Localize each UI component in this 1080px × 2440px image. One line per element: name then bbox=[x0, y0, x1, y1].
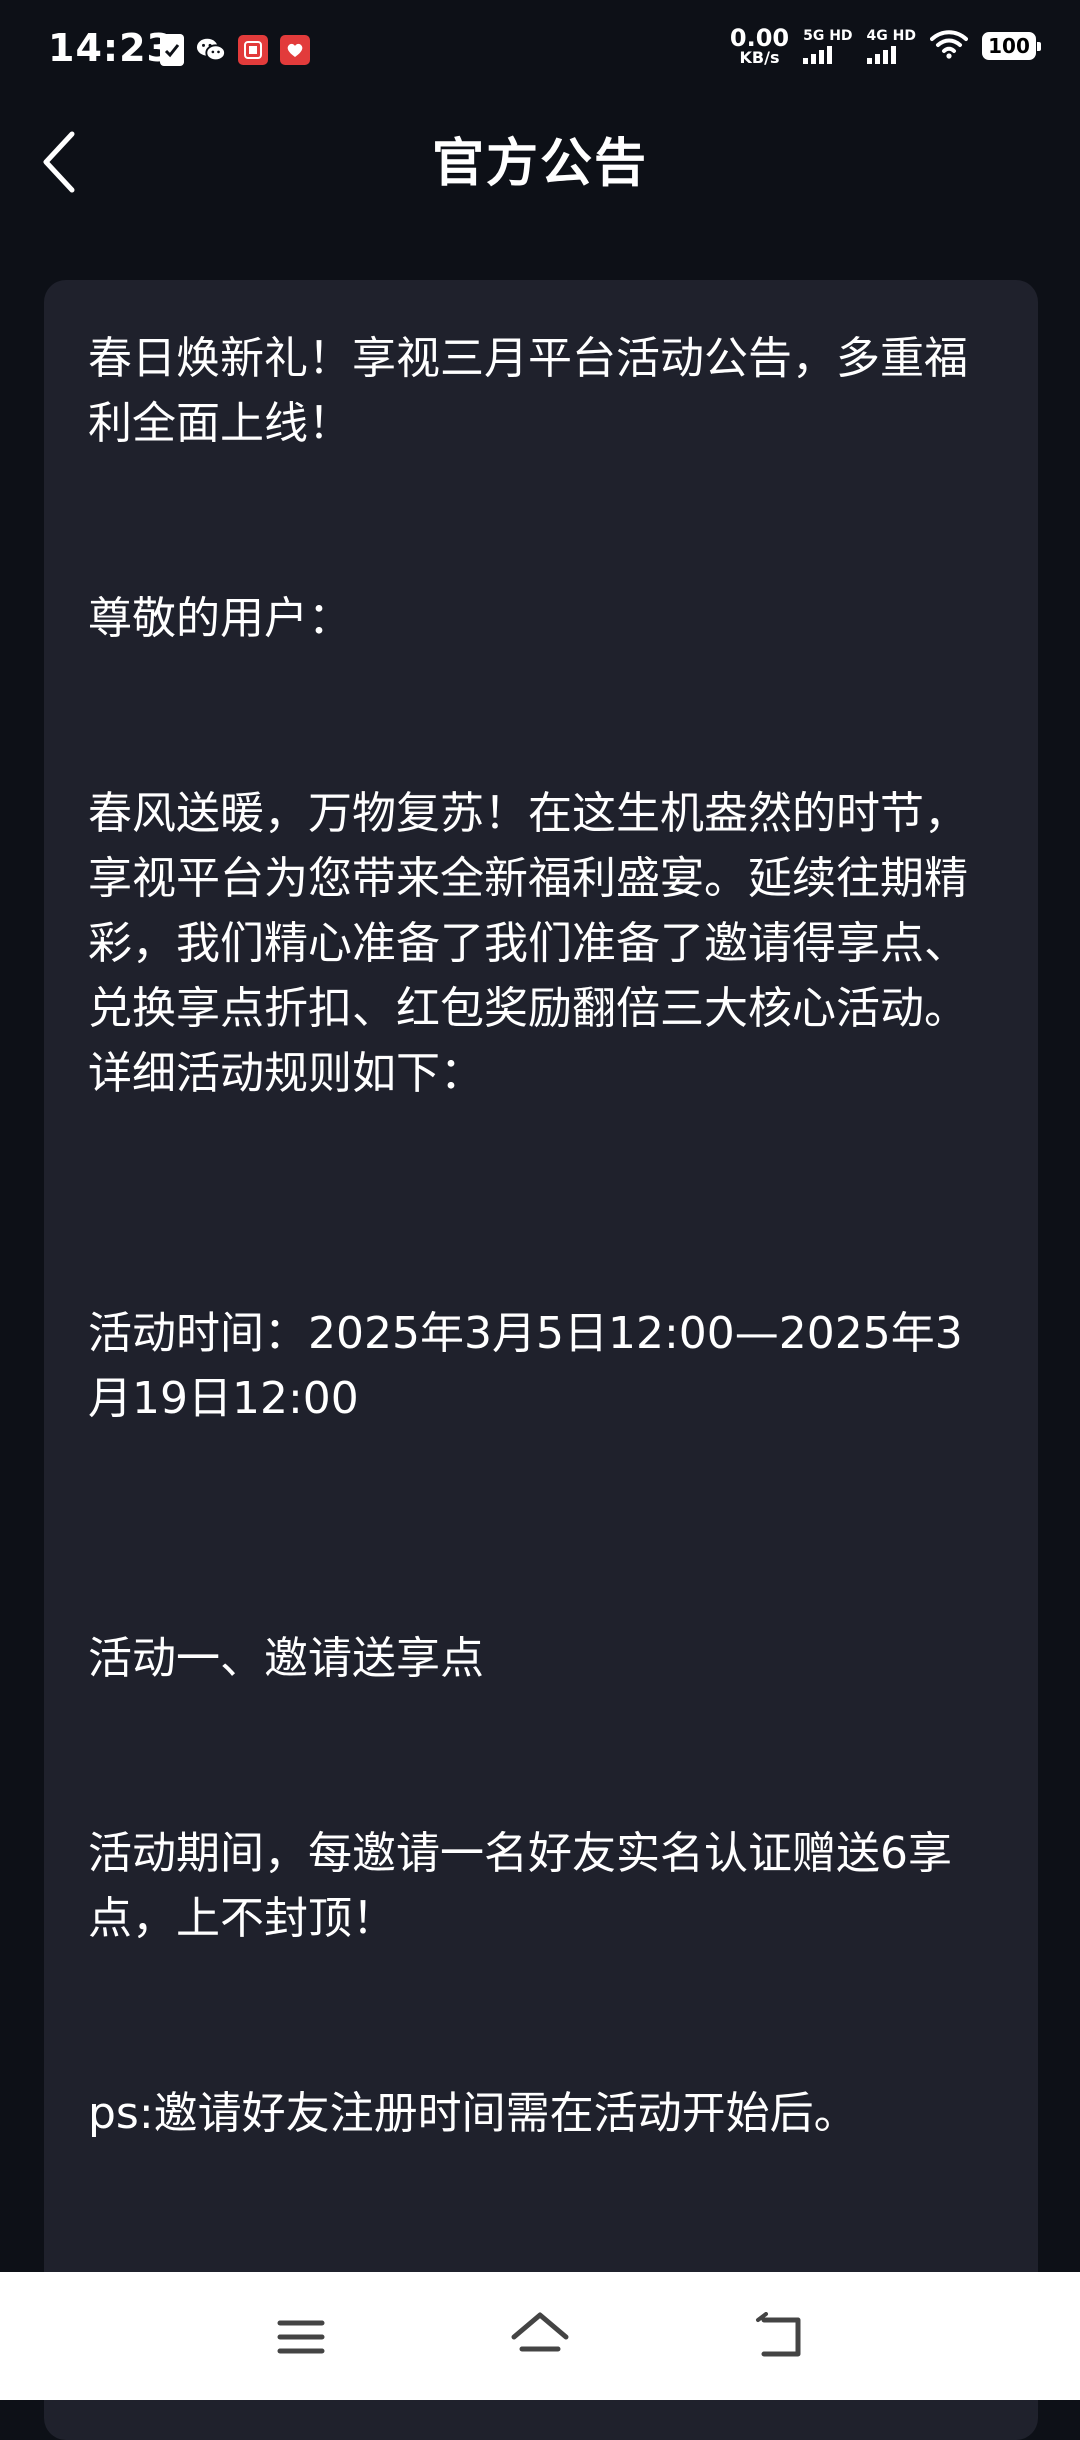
announcement-title: 春日焕新礼！享视三月平台活动公告，多重福利全面上线！ bbox=[88, 333, 968, 449]
home-button[interactable] bbox=[505, 2302, 575, 2372]
status-right-group: 0.00 KB/s 5G HD 4G HD 100 bbox=[730, 26, 1041, 66]
back-icon bbox=[756, 2312, 801, 2357]
signal-sim2-label: 4G HD bbox=[866, 27, 916, 44]
activity-time: 活动时间：2025年3月5日12:00—2025年3月19日12:00 bbox=[88, 1308, 963, 1424]
page-title: 官方公告 bbox=[431, 134, 648, 194]
signal-sim2: 4G HD bbox=[866, 27, 916, 64]
net-speed-value: 0.00 bbox=[729, 24, 790, 52]
wechat-icon bbox=[196, 35, 226, 65]
home-icon bbox=[511, 2312, 569, 2352]
notification-icons bbox=[160, 34, 310, 66]
system-back-button[interactable] bbox=[745, 2302, 815, 2372]
app-notification-icon bbox=[238, 35, 268, 65]
signal-sim1: 5G HD bbox=[803, 27, 853, 64]
app-notification-icon-2 bbox=[280, 35, 310, 65]
battery-indicator: 100 bbox=[982, 32, 1041, 60]
menu-icon bbox=[277, 2320, 325, 2354]
activity1-note: ps:邀请好友注册时间需在活动开始后。 bbox=[88, 2088, 858, 2139]
status-bar: 14:23 0.00 KB/s 5G HD 4G HD 100 bbox=[0, 0, 1080, 104]
announcement-card: 春日焕新礼！享视三月平台活动公告，多重福利全面上线！ 尊敬的用户： 春风送暖，万… bbox=[44, 280, 1038, 2440]
net-speed: 0.00 KB/s bbox=[730, 26, 789, 66]
signal-sim1-label: 5G HD bbox=[803, 27, 853, 44]
wifi-icon bbox=[930, 29, 968, 63]
activity1-description: 活动期间，每邀请一名好友实名认证赠送6享点，上不封顶！ bbox=[88, 1828, 952, 1944]
announcement-greeting: 尊敬的用户： bbox=[88, 593, 352, 644]
activity1-title: 活动一、邀请送享点 bbox=[88, 1633, 484, 1684]
system-nav-bar bbox=[0, 2272, 1080, 2400]
signal-bars-icon bbox=[803, 45, 833, 64]
signal-bars-icon-2 bbox=[866, 45, 896, 64]
header: 官方公告 bbox=[0, 104, 1080, 224]
status-time: 14:23 bbox=[48, 26, 174, 70]
menu-button[interactable] bbox=[266, 2302, 336, 2372]
announcement-intro: 春风送暖，万物复苏！在这生机盎然的时节，享视平台为您带来全新福利盛宴。延续往期精… bbox=[88, 788, 968, 1099]
sim-card-icon bbox=[160, 34, 184, 66]
net-speed-unit: KB/s bbox=[739, 48, 780, 67]
